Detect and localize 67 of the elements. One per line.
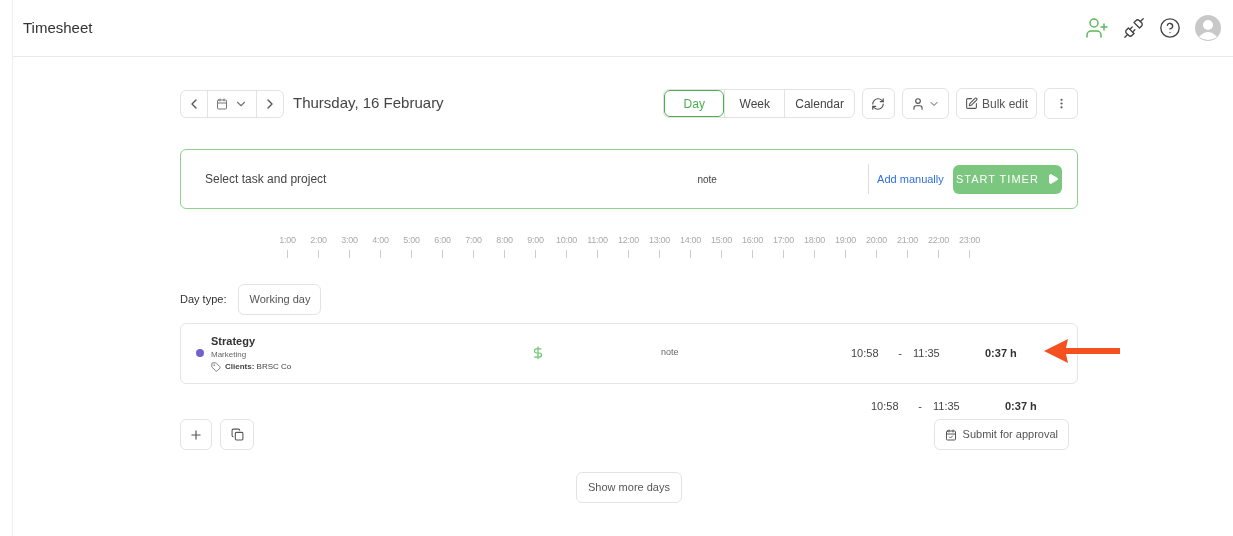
task-project-field[interactable]: Select task and project [205, 170, 564, 188]
hour-label: 2:00 [310, 234, 327, 247]
total-duration: 0:37 h [1005, 398, 1037, 414]
refresh-button[interactable] [861, 88, 895, 119]
project-name: Marketing [211, 349, 248, 362]
avatar-icon[interactable] [1195, 15, 1221, 41]
calendar-check-icon [944, 428, 957, 441]
view-tab[interactable]: Calendar [784, 90, 854, 117]
end-time[interactable]: 11:35 [913, 344, 985, 362]
hour-label: 13:00 [649, 234, 670, 247]
edit-icon [964, 97, 978, 110]
date-picker-button[interactable] [207, 90, 257, 117]
hour-label: 19:00 [835, 234, 856, 247]
time-separator: - [917, 398, 923, 414]
hour-label: 5:00 [403, 234, 420, 247]
add-user-icon[interactable] [1085, 16, 1109, 40]
help-icon[interactable] [1159, 17, 1181, 39]
hour-label: 22:00 [928, 234, 949, 247]
bulk-edit-button[interactable]: Bulk edit [955, 88, 1037, 119]
task-name: Strategy [211, 333, 257, 349]
hour-label: 10:00 [556, 234, 577, 247]
hour-label: 11:00 [587, 234, 608, 247]
total-end-time: 11:35 [933, 398, 961, 414]
hour-label: 18:00 [804, 234, 825, 247]
hour-label: 23:00 [959, 234, 980, 247]
hour-label: 12:00 [618, 234, 639, 247]
hour-label: 7:00 [465, 234, 482, 247]
day-type-label: Day type: [180, 291, 227, 307]
hour-label: 15:00 [711, 234, 732, 247]
play-icon [1046, 173, 1059, 185]
tag-icon [211, 362, 221, 373]
client-tag: Clients: BRSC Co [225, 361, 292, 374]
time-separator: - [897, 345, 903, 361]
view-tab[interactable]: Week [724, 90, 785, 117]
note-field[interactable]: note [697, 171, 869, 187]
duplicate-button[interactable] [220, 419, 254, 450]
hour-label: 20:00 [866, 234, 887, 247]
user-icon [910, 96, 925, 111]
hour-label: 8:00 [496, 234, 513, 247]
submit-for-approval-button[interactable]: Submit for approval [933, 419, 1069, 450]
day-type-button[interactable]: Working day [238, 283, 322, 315]
hour-label: 4:00 [372, 234, 389, 247]
refresh-icon [871, 96, 886, 111]
hour-label: 1:00 [279, 234, 296, 247]
show-more-days-button[interactable]: Show more days [576, 472, 682, 503]
hour-label: 3:00 [341, 234, 358, 247]
current-date: Thursday, 16 February [293, 93, 444, 114]
entry-note[interactable]: note [661, 346, 851, 360]
start-time[interactable]: 10:58 [851, 344, 887, 362]
hour-label: 21:00 [897, 234, 918, 247]
hour-label: 9:00 [527, 234, 544, 247]
hour-label: 17:00 [773, 234, 794, 247]
entry-duration: 0:37 h [985, 345, 1017, 361]
plug-icon[interactable] [1123, 17, 1145, 39]
page-title: Timesheet [23, 17, 93, 38]
hour-label: 6:00 [434, 234, 451, 247]
add-entry-button[interactable] [180, 419, 212, 450]
plus-icon [189, 427, 203, 442]
calendar-icon [216, 97, 228, 110]
copy-icon [230, 428, 244, 441]
hour-label: 14:00 [680, 234, 701, 247]
user-filter-button[interactable] [901, 88, 949, 119]
more-options-button[interactable] [1044, 88, 1078, 119]
total-start-time: 10:58 [871, 398, 900, 414]
hour-label: 16:00 [742, 234, 763, 247]
billable-icon[interactable] [531, 346, 545, 360]
add-manually-link[interactable]: Add manually [877, 170, 944, 188]
